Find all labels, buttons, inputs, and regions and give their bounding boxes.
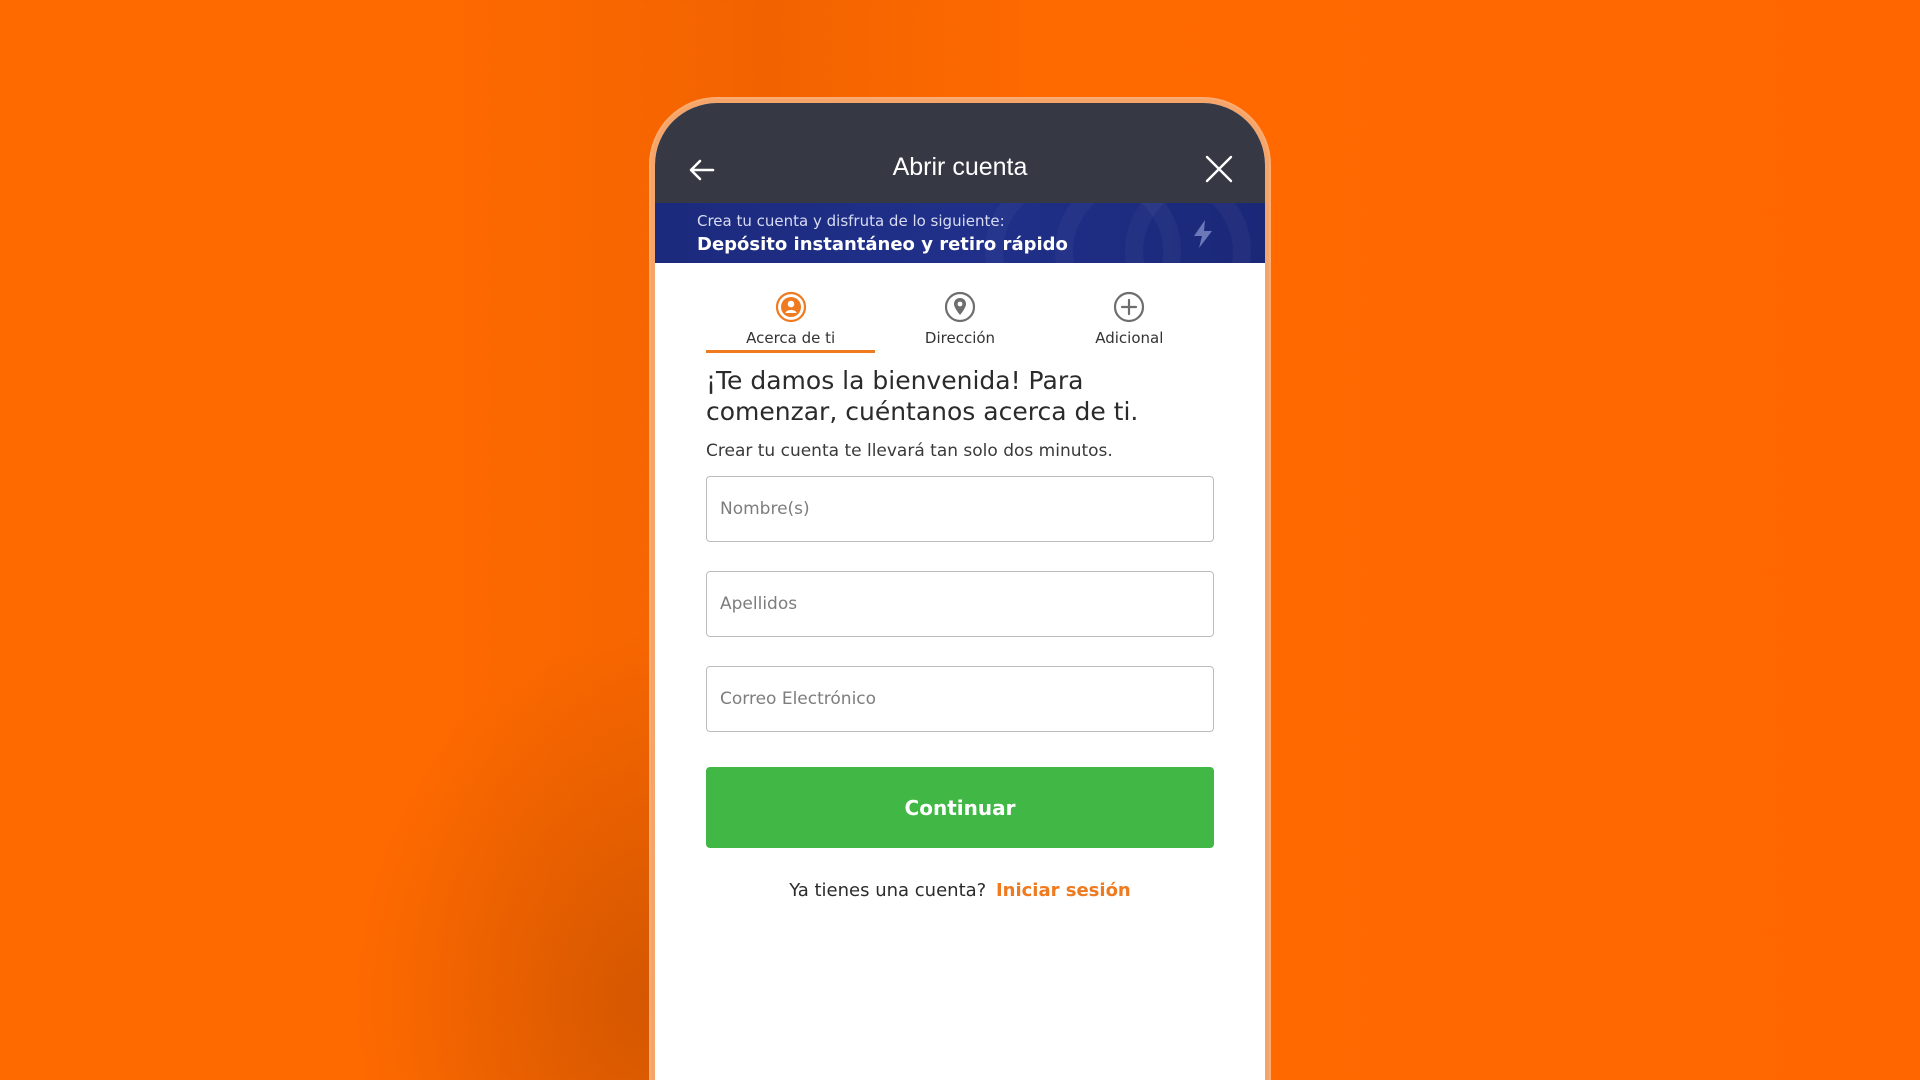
active-step-indicator <box>706 350 876 353</box>
step-label: Dirección <box>924 329 996 347</box>
last-name-field[interactable] <box>706 571 1214 637</box>
promo-subtitle: Crea tu cuenta y disfruta de lo siguient… <box>697 212 1005 230</box>
app-screen: Abrir cuenta Crea tu cuenta y disfruta d… <box>655 103 1265 1080</box>
page-title: Abrir cuenta <box>892 153 1028 181</box>
promo-banner: Crea tu cuenta y disfruta de lo siguient… <box>655 203 1265 263</box>
first-name-field[interactable] <box>706 476 1214 542</box>
login-prompt-row: Ya tienes una cuenta? Iniciar sesión <box>706 880 1214 901</box>
phone-frame: Abrir cuenta Crea tu cuenta y disfruta d… <box>649 97 1271 1080</box>
lightning-bolt-icon <box>1194 220 1212 248</box>
top-bar: Abrir cuenta <box>655 103 1265 203</box>
signup-steps: Acerca de ti Dirección Adicional <box>706 283 1214 353</box>
promo-headline: Depósito instantáneo y retiro rápido <box>697 234 1068 255</box>
welcome-subtext: Crear tu cuenta te llevará tan solo dos … <box>706 441 1113 461</box>
user-circle-icon <box>775 291 806 323</box>
login-prompt: Ya tienes una cuenta? <box>789 880 987 901</box>
welcome-heading: ¡Te damos la bienvenida! Para comenzar, … <box>706 366 1139 426</box>
continue-button[interactable]: Continuar <box>706 767 1214 848</box>
close-button[interactable] <box>1203 153 1235 185</box>
email-field[interactable] <box>706 666 1214 732</box>
step-label: Acerca de ti <box>746 329 836 347</box>
step-about-you[interactable]: Acerca de ti <box>706 283 876 353</box>
plus-circle-icon <box>1114 291 1145 323</box>
step-additional[interactable]: Adicional <box>1045 283 1214 353</box>
signup-form: ¡Te damos la bienvenida! Para comenzar, … <box>706 365 1214 901</box>
login-link[interactable]: Iniciar sesión <box>996 880 1131 901</box>
close-icon <box>1205 155 1233 183</box>
location-pin-icon <box>944 291 976 323</box>
step-label: Adicional <box>1095 329 1164 347</box>
step-address[interactable]: Dirección <box>875 283 1044 353</box>
